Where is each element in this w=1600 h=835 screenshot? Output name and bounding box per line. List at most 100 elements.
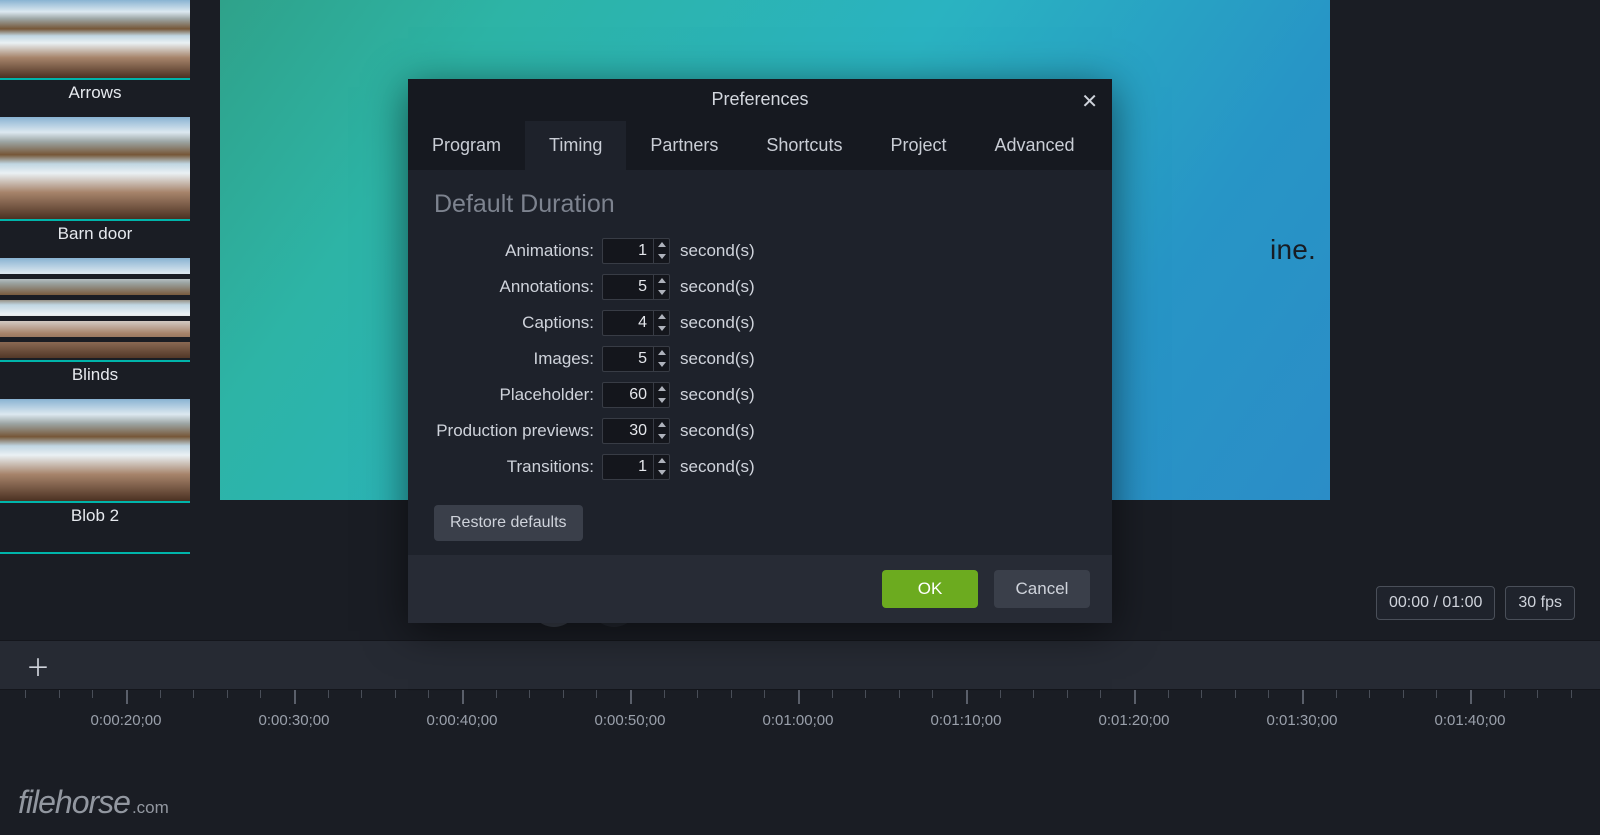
- spin-down-icon[interactable]: [654, 323, 669, 335]
- duration-input[interactable]: [602, 454, 654, 480]
- tab-project[interactable]: Project: [866, 121, 970, 170]
- spin-up-icon[interactable]: [654, 239, 669, 251]
- transition-item[interactable]: Barn door: [0, 117, 190, 252]
- watermark-tld: .com: [132, 798, 169, 818]
- tab-timing[interactable]: Timing: [525, 121, 626, 170]
- duration-row: Images:second(s): [434, 345, 1086, 373]
- tab-shortcuts[interactable]: Shortcuts: [742, 121, 866, 170]
- ruler-tick-minor: [1033, 690, 1034, 698]
- ruler-tick-minor: [596, 690, 597, 698]
- duration-input[interactable]: [602, 238, 654, 264]
- ruler-tick-minor: [160, 690, 161, 698]
- ruler-tick-label: 0:01:40;00: [1435, 712, 1506, 729]
- ruler-tick-minor: [1504, 690, 1505, 698]
- spin-down-icon[interactable]: [654, 251, 669, 263]
- ruler-tick-label: 0:00:40;00: [427, 712, 498, 729]
- cancel-button[interactable]: Cancel: [994, 570, 1090, 608]
- duration-unit: second(s): [680, 241, 755, 261]
- duration-row: Placeholder:second(s): [434, 381, 1086, 409]
- spin-buttons[interactable]: [654, 310, 670, 336]
- ruler-tick-major: [294, 690, 296, 704]
- ruler-tick-major: [1470, 690, 1472, 704]
- ruler-tick-minor: [92, 690, 93, 698]
- timecode-badge[interactable]: 00:00 / 01:00: [1376, 586, 1495, 620]
- duration-input[interactable]: [602, 310, 654, 336]
- ruler-tick-label: 0:01:10;00: [931, 712, 1002, 729]
- duration-unit: second(s): [680, 277, 755, 297]
- watermark-name: filehorse: [18, 784, 130, 821]
- section-title: Default Duration: [434, 190, 1086, 219]
- tab-program[interactable]: Program: [408, 121, 525, 170]
- spin-buttons[interactable]: [654, 238, 670, 264]
- ruler-tick-minor: [731, 690, 732, 698]
- ruler-tick-major: [798, 690, 800, 704]
- close-icon[interactable]: ✕: [1081, 89, 1098, 114]
- preferences-body: Default Duration Animations:second(s) Ann…: [408, 170, 1112, 555]
- spin-buttons[interactable]: [654, 418, 670, 444]
- spin-up-icon[interactable]: [654, 419, 669, 431]
- spin-down-icon[interactable]: [654, 359, 669, 371]
- restore-defaults-button[interactable]: Restore defaults: [434, 505, 583, 541]
- duration-input[interactable]: [602, 382, 654, 408]
- spin-down-icon[interactable]: [654, 431, 669, 443]
- tab-partners[interactable]: Partners: [626, 121, 742, 170]
- duration-unit: second(s): [680, 421, 755, 441]
- tab-advanced[interactable]: Advanced: [970, 121, 1098, 170]
- ruler-tick-minor: [1336, 690, 1337, 698]
- transition-item[interactable]: Blob 2: [0, 399, 190, 534]
- spin-up-icon[interactable]: [654, 347, 669, 359]
- spin-up-icon[interactable]: [654, 383, 669, 395]
- ruler-tick-minor: [1168, 690, 1169, 698]
- duration-input[interactable]: [602, 274, 654, 300]
- ruler-tick-minor: [1268, 690, 1269, 698]
- transition-label: Barn door: [0, 221, 190, 252]
- ruler-tick-minor: [496, 690, 497, 698]
- duration-input[interactable]: [602, 346, 654, 372]
- ruler-tick-minor: [764, 690, 765, 698]
- timeline-ruler[interactable]: 0:00:20;000:00:30;000:00:40;000:00:50;00…: [0, 690, 1600, 770]
- transition-thumbnail: [0, 0, 190, 80]
- ruler-tick-minor: [664, 690, 665, 698]
- ruler-tick-label: 0:01:00;00: [763, 712, 834, 729]
- ruler-tick-label: 0:01:30;00: [1267, 712, 1338, 729]
- spin-down-icon[interactable]: [654, 467, 669, 479]
- dialog-titlebar[interactable]: Preferences ✕: [408, 79, 1112, 121]
- add-track-button[interactable]: ＋: [26, 648, 50, 683]
- spin-up-icon[interactable]: [654, 275, 669, 287]
- transition-item[interactable]: Arrows: [0, 0, 190, 111]
- ruler-tick-minor: [428, 690, 429, 698]
- spin-down-icon[interactable]: [654, 287, 669, 299]
- duration-input[interactable]: [602, 418, 654, 444]
- dialog-title: Preferences: [711, 89, 808, 110]
- canvas-heading-partial: ine.: [1270, 234, 1316, 266]
- ruler-tick-minor: [563, 690, 564, 698]
- ruler-tick-label: 0:00:50;00: [595, 712, 666, 729]
- transition-thumbnail: [0, 117, 190, 221]
- ruler-tick-major: [1134, 690, 1136, 704]
- fps-badge[interactable]: 30 fps: [1505, 586, 1575, 620]
- transition-item[interactable]: Blinds: [0, 258, 190, 393]
- duration-row: Animations:second(s): [434, 237, 1086, 265]
- ok-button[interactable]: OK: [882, 570, 978, 608]
- watermark: filehorse .com: [18, 784, 169, 821]
- spin-buttons[interactable]: [654, 382, 670, 408]
- spin-buttons[interactable]: [654, 346, 670, 372]
- spin-up-icon[interactable]: [654, 311, 669, 323]
- ruler-tick-minor: [260, 690, 261, 698]
- ruler-tick-minor: [1403, 690, 1404, 698]
- duration-label: Captions:: [434, 313, 602, 333]
- spin-buttons[interactable]: [654, 454, 670, 480]
- timeline-toolbar: ＋: [0, 640, 1600, 690]
- spin-buttons[interactable]: [654, 274, 670, 300]
- ruler-tick-minor: [1000, 690, 1001, 698]
- ruler-tick-minor: [1201, 690, 1202, 698]
- ruler-tick-label: 0:00:20;00: [91, 712, 162, 729]
- transitions-sidebar[interactable]: Arrows Barn door Blinds Blob 2: [0, 0, 190, 640]
- ruler-tick-minor: [899, 690, 900, 698]
- ruler-tick-major: [126, 690, 128, 704]
- spin-down-icon[interactable]: [654, 395, 669, 407]
- spin-up-icon[interactable]: [654, 455, 669, 467]
- ruler-tick-minor: [932, 690, 933, 698]
- ruler-tick-minor: [832, 690, 833, 698]
- duration-label: Annotations:: [434, 277, 602, 297]
